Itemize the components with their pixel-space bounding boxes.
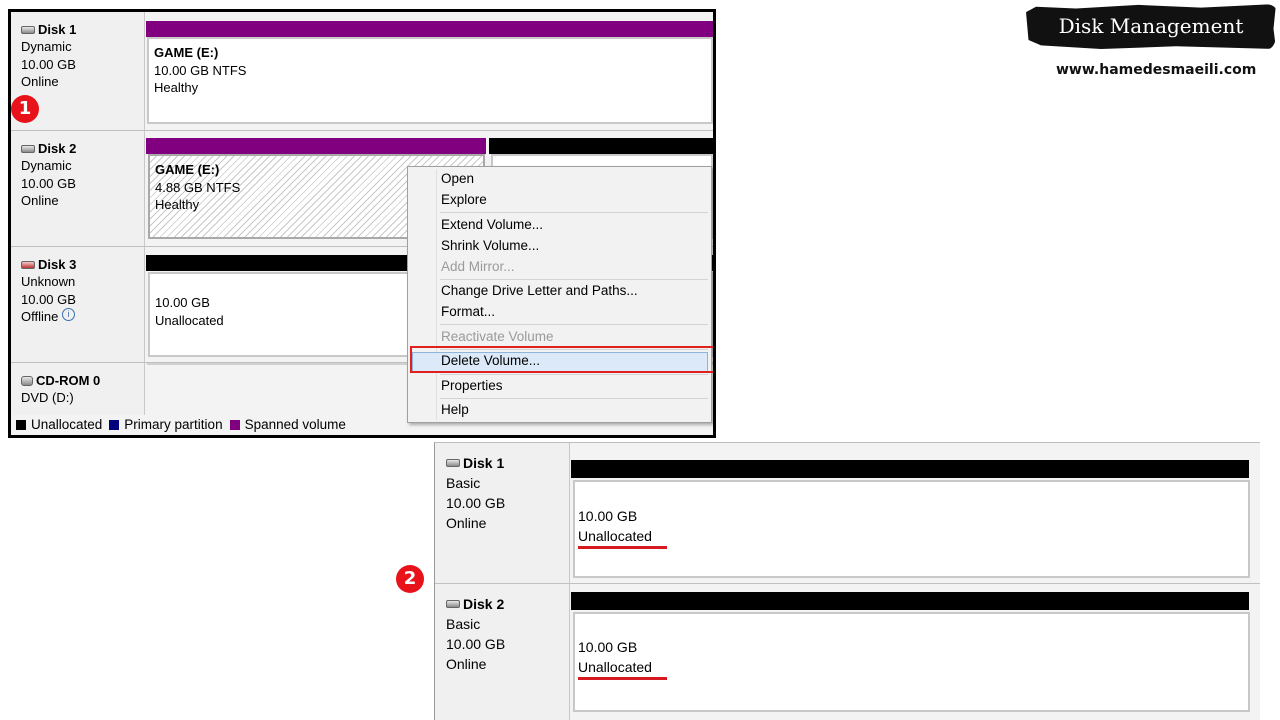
disk-name: Disk 1 xyxy=(38,22,77,37)
menu-gutter xyxy=(436,169,437,420)
disk-size: 10.00 GB xyxy=(21,291,76,307)
disk-row-2-after: Disk 2 Basic 10.00 GB Online 10.00 GB Un… xyxy=(435,584,1260,720)
disk-status: Online xyxy=(446,515,487,531)
disk-management-before-panel: Disk 1 Dynamic 10.00 GB Online GAME (E:)… xyxy=(8,9,716,438)
legend: Unallocated Primary partition Spanned vo… xyxy=(16,417,346,432)
disk-row-1-after: Disk 1 Basic 10.00 GB Online 10.00 GB Un… xyxy=(435,443,1260,583)
menu-separator xyxy=(440,374,708,375)
spanned-volume-bar xyxy=(146,138,486,154)
menu-separator xyxy=(440,279,708,280)
volume-health: Healthy xyxy=(154,80,199,95)
disk-info-2[interactable]: Disk 2 Dynamic 10.00 GB Online xyxy=(11,131,145,246)
hard-disk-icon xyxy=(446,600,460,608)
volume-state: Unallocated xyxy=(578,528,652,544)
disk-name: Disk 3 xyxy=(38,257,77,272)
hard-disk-icon xyxy=(21,144,35,153)
volume-size: 10.00 GB xyxy=(578,639,638,655)
menu-item-properties[interactable]: Properties xyxy=(441,378,503,393)
unallocated-space-disk2[interactable]: 10.00 GB Unallocated xyxy=(573,612,1250,712)
disk-info-2[interactable]: Disk 2 Basic 10.00 GB Online xyxy=(435,584,570,720)
legend-spanned: Spanned volume xyxy=(244,417,346,432)
cdrom-drive: DVD (D:) xyxy=(21,390,74,406)
disk-status: Online xyxy=(446,656,487,672)
disk-name: Disk 1 xyxy=(463,455,505,471)
disk-status: Offline xyxy=(21,309,59,325)
disk-size: 10.00 GB xyxy=(21,175,76,191)
disk-type: Dynamic xyxy=(21,39,72,55)
hard-disk-icon xyxy=(21,25,35,34)
disk-name: Disk 2 xyxy=(463,596,505,612)
info-icon[interactable]: i xyxy=(61,308,75,322)
legend-swatch-unallocated xyxy=(16,419,26,430)
page-title: Disk Management xyxy=(1058,14,1244,38)
context-menu: Open Explore Extend Volume... Shrink Vol… xyxy=(407,166,712,423)
menu-separator xyxy=(440,324,708,325)
disk-size: 10.00 GB xyxy=(21,56,76,72)
disk-size: 10.00 GB xyxy=(446,495,506,511)
step-badge-1: 1 xyxy=(11,95,39,123)
menu-item-reactivate-volume: Reactivate Volume xyxy=(441,329,554,344)
hard-disk-icon xyxy=(446,459,460,467)
unallocated-underline xyxy=(578,546,667,549)
disk-row-1: Disk 1 Dynamic 10.00 GB Online GAME (E:)… xyxy=(11,12,713,130)
legend-swatch-spanned xyxy=(229,419,240,430)
cdrom-icon xyxy=(21,375,33,386)
website-url: www.hamedesmaeili.com xyxy=(1056,62,1257,78)
disk-type: Unknown xyxy=(21,274,76,290)
disk-type: Dynamic xyxy=(21,158,72,174)
cdrom-info[interactable]: CD-ROM 0 DVD (D:) xyxy=(11,363,145,415)
delete-volume-highlight-frame xyxy=(410,346,713,373)
step-badge-2: 2 xyxy=(396,565,424,593)
unallocated-bar xyxy=(571,592,1249,610)
menu-item-add-mirror: Add Mirror... xyxy=(441,259,515,274)
volume-size: 10.00 GB NTFS xyxy=(154,62,247,78)
cdrom-name: CD-ROM 0 xyxy=(36,373,101,388)
unallocated-bar xyxy=(489,138,713,154)
disk-size: 10.00 GB xyxy=(446,636,506,652)
disk-type: Basic xyxy=(446,475,481,491)
unallocated-bar xyxy=(571,460,1249,478)
menu-item-open[interactable]: Open xyxy=(441,171,474,186)
menu-separator xyxy=(440,398,708,399)
disk-status: Online xyxy=(21,74,59,90)
legend-unallocated: Unallocated xyxy=(31,417,103,432)
unallocated-space-disk1[interactable]: 10.00 GB Unallocated xyxy=(573,480,1250,578)
offline-disk-icon xyxy=(21,260,35,269)
disk-type: Basic xyxy=(446,616,481,632)
disk-status: Online xyxy=(21,193,59,209)
menu-item-change-drive-letter[interactable]: Change Drive Letter and Paths... xyxy=(441,283,638,298)
volume-size: 10.00 GB xyxy=(578,508,638,524)
disk-management-after-panel: Disk 1 Basic 10.00 GB Online 10.00 GB Un… xyxy=(434,442,1260,720)
volume-title: GAME (E:) xyxy=(154,45,219,60)
legend-primary: Primary partition xyxy=(124,417,223,432)
unallocated-underline xyxy=(578,677,667,680)
disk-name: Disk 2 xyxy=(38,141,77,156)
legend-swatch-primary xyxy=(109,419,120,430)
menu-separator xyxy=(440,212,708,213)
menu-item-shrink-volume[interactable]: Shrink Volume... xyxy=(441,238,539,253)
menu-item-explore[interactable]: Explore xyxy=(441,192,487,207)
menu-item-help[interactable]: Help xyxy=(441,402,469,417)
spanned-volume-bar xyxy=(146,21,713,37)
disk-info-3[interactable]: Disk 3 Unknown 10.00 GB Offline i xyxy=(11,247,145,362)
menu-item-format[interactable]: Format... xyxy=(441,304,495,319)
menu-item-extend-volume[interactable]: Extend Volume... xyxy=(441,217,543,232)
volume-state: Unallocated xyxy=(578,659,652,675)
volume-game-e-disk1[interactable]: GAME (E:) 10.00 GB NTFS Healthy xyxy=(147,37,713,124)
disk-info-1[interactable]: Disk 1 Basic 10.00 GB Online xyxy=(435,443,570,583)
